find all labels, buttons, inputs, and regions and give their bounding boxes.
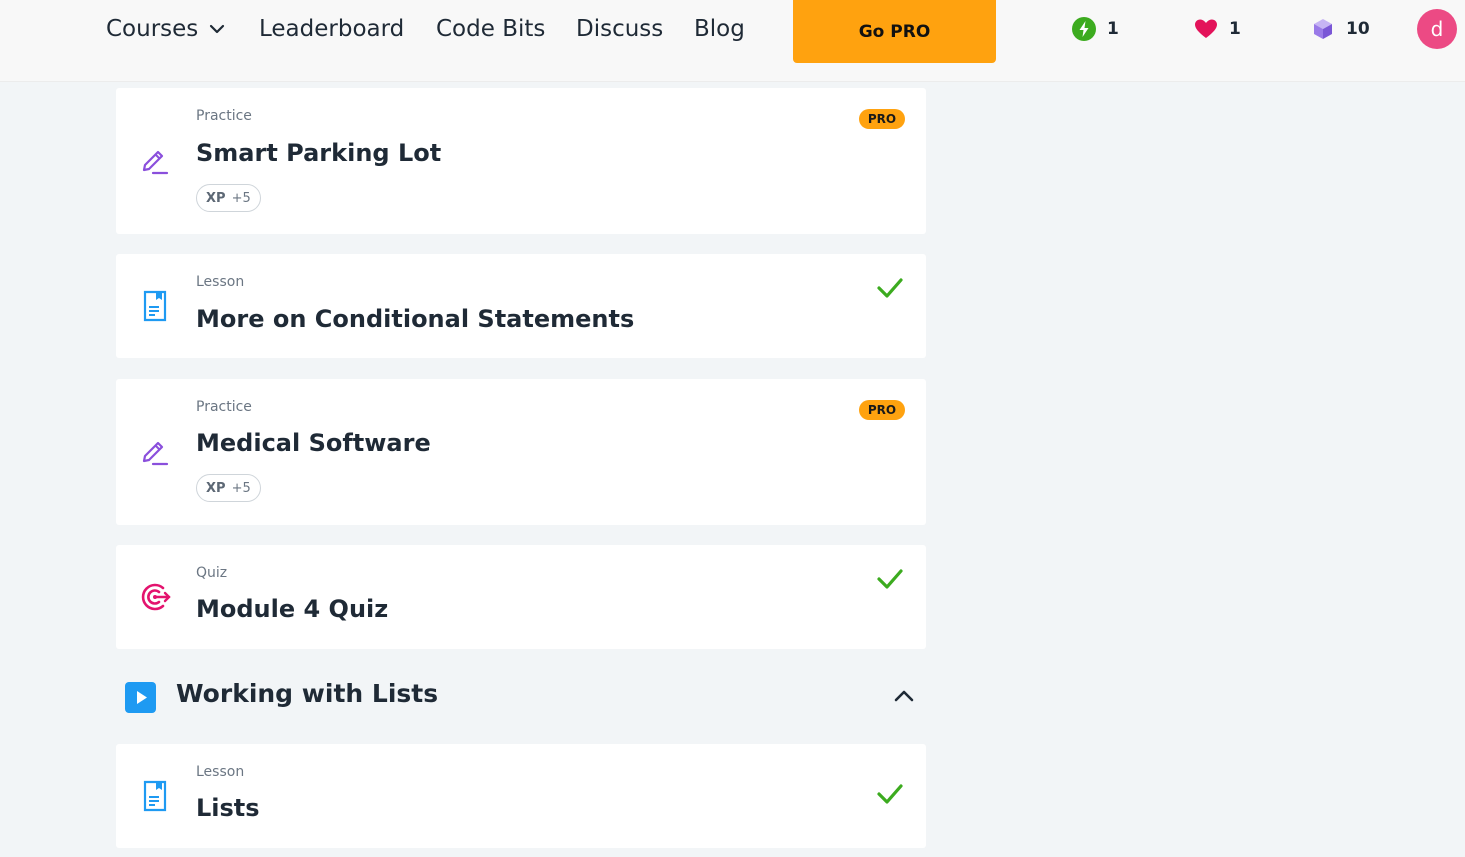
check-icon [877,569,903,589]
nav-blog[interactable]: Blog [694,12,745,46]
xp-value: +5 [231,480,251,496]
xp-badge: XP +5 [196,474,261,502]
bits-counter[interactable]: 10 [1310,16,1370,42]
item-title: Module 4 Quiz [196,595,389,623]
xp-label: XP [206,480,226,496]
item-title: More on Conditional Statements [196,305,635,333]
chevron-down-icon [210,24,225,34]
hearts-counter[interactable]: 1 [1193,16,1241,42]
bits-count: 10 [1346,19,1370,39]
nav-leaderboard[interactable]: Leaderboard [259,12,404,46]
list-item[interactable]: Lesson More on Conditional Statements [116,254,926,358]
lightning-icon [1072,17,1096,41]
play-icon [125,682,156,713]
list-item[interactable]: Lesson Lists [116,744,926,848]
document-icon [143,780,167,812]
list-item[interactable]: Quiz Module 4 Quiz [116,545,926,649]
xp-label: XP [206,190,226,206]
section-title: Working with Lists [176,679,439,708]
top-navigation: Courses Leaderboard Code Bits Discuss Bl… [0,0,1465,82]
item-title: Lists [196,794,260,822]
check-icon [877,278,903,298]
cube-icon [1314,19,1332,39]
list-item[interactable]: Practice Smart Parking Lot XP +5 PRO [116,88,926,234]
pencil-icon [142,441,169,466]
item-type: Quiz [196,565,228,581]
nav-code-bits[interactable]: Code Bits [436,12,545,46]
go-pro-button[interactable]: Go PRO [793,0,996,63]
nav-courses-label: Courses [106,16,199,42]
pro-badge: PRO [859,400,905,420]
item-title: Smart Parking Lot [196,139,442,167]
item-type: Practice [196,399,252,415]
avatar[interactable]: d [1417,9,1457,49]
pencil-icon [142,150,169,175]
streak-counter[interactable]: 1 [1071,16,1119,42]
check-icon [877,784,903,804]
heart-icon [1195,19,1217,38]
target-icon [141,583,171,611]
nav-courses[interactable]: Courses [106,12,226,46]
streak-count: 1 [1107,19,1119,39]
pro-badge: PRO [859,109,905,129]
chevron-up-icon[interactable] [892,684,916,708]
list-item[interactable]: Practice Medical Software XP +5 PRO [116,379,926,525]
xp-value: +5 [231,190,251,206]
module-section-header[interactable]: Working with Lists [116,672,926,720]
xp-badge: XP +5 [196,184,261,212]
document-icon [143,290,167,322]
hearts-count: 1 [1229,19,1241,39]
item-title: Medical Software [196,429,431,457]
item-type: Lesson [196,764,245,780]
item-type: Lesson [196,274,245,290]
nav-discuss[interactable]: Discuss [576,12,663,46]
item-type: Practice [196,108,252,124]
